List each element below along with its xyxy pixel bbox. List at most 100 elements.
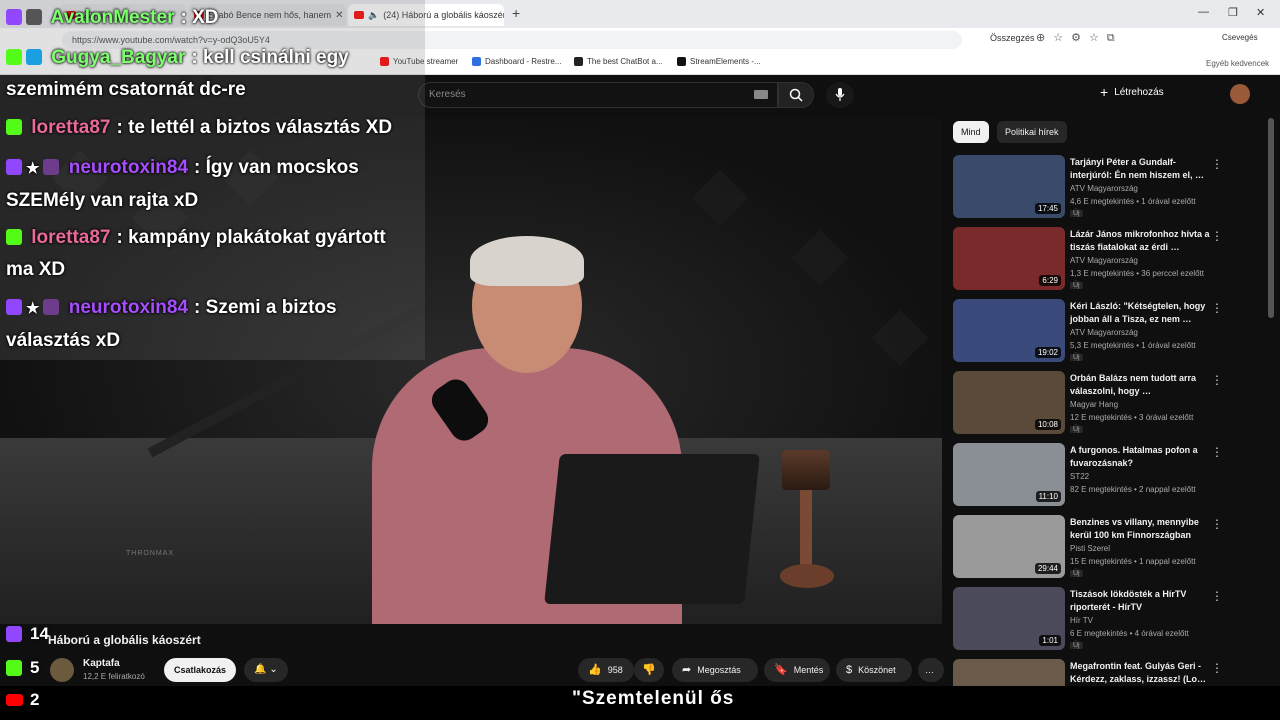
recommended-channel[interactable]: ATV Magyarország — [1070, 256, 1138, 265]
recommended-title[interactable]: Tarjányi Péter a Gundalf-interjúról: Én … — [1070, 156, 1210, 182]
video-duration: 19:02 — [1034, 347, 1061, 358]
user-badge-icon — [26, 9, 42, 25]
bookmark-icon: 🔖 — [774, 664, 788, 676]
like-count: 958 — [607, 665, 623, 675]
save-button[interactable]: 🔖 Mentés — [764, 658, 830, 682]
other-bookmarks[interactable]: Egyéb kedvencek — [1206, 59, 1269, 68]
join-button[interactable]: Csatlakozás — [164, 658, 236, 682]
video-thumbnail[interactable]: 11:10 — [953, 443, 1065, 506]
toolbar-icons[interactable]: ⊕☆⚙☆⧉ — [1036, 31, 1123, 45]
chat-username: loretta87 — [31, 227, 111, 248]
recommended-video[interactable]: 19:02 Kéri László: "Kétségtelen, hogy job… — [953, 299, 1253, 365]
recommended-video[interactable]: 11:10 A furgonos. Hatalmas pofon a fuvaro… — [953, 443, 1253, 509]
recommended-channel[interactable]: ATV Magyarország — [1070, 328, 1138, 337]
more-vert-icon[interactable]: ⋮ — [1211, 373, 1223, 387]
recommended-video[interactable]: Megafrontin feat. Gulyás Geri - Kérdezz,… — [953, 659, 1253, 686]
more-actions-button[interactable]: … — [918, 658, 944, 682]
more-vert-icon[interactable]: ⋮ — [1211, 445, 1223, 459]
recommended-channel[interactable]: ST22 — [1070, 472, 1089, 481]
thanks-label: Köszönet — [858, 665, 896, 675]
thumbs-down-icon: 👎 — [642, 664, 656, 676]
search-input[interactable]: Keresés — [418, 82, 778, 108]
video-thumbnail[interactable] — [953, 659, 1065, 686]
video-duration: 1:01 — [1039, 635, 1061, 646]
summary-button[interactable]: Összegzés — [990, 33, 1035, 43]
chat-username: neurotoxin84 — [68, 157, 189, 178]
copilot-chat-button[interactable]: Csevegés — [1222, 33, 1258, 42]
recommended-title[interactable]: Kéri László: "Kétségtelen, hogy jobban á… — [1070, 300, 1210, 326]
recommended-video[interactable]: 6:29 Lázár János mikrofonhoz hívta a tisz… — [953, 227, 1253, 293]
recommended-channel[interactable]: Pisti Szerel — [1070, 544, 1110, 553]
twitch-viewer-count: 14 — [6, 624, 49, 644]
maximize-icon[interactable]: ❐ — [1228, 6, 1238, 19]
video-thumbnail[interactable]: 17:45 — [953, 155, 1065, 218]
notification-bell-button[interactable]: 🔔 ⌄ — [244, 658, 288, 682]
kick-icon — [6, 660, 22, 676]
dislike-button[interactable]: 👎 — [634, 658, 664, 682]
search-button[interactable] — [778, 82, 814, 108]
video-thumbnail[interactable]: 19:02 — [953, 299, 1065, 362]
recommended-title[interactable]: Lázár János mikrofonhoz hívta a tiszás f… — [1070, 228, 1210, 254]
new-badge: Új — [1070, 642, 1083, 649]
chat-username: loretta87 — [31, 117, 111, 138]
keyboard-icon[interactable] — [754, 90, 768, 99]
video-duration: 29:44 — [1034, 563, 1061, 574]
recommended-video[interactable]: 1:01 Tiszások lökdösték a HírTV riporteré… — [953, 587, 1253, 653]
video-thumbnail[interactable]: 6:29 — [953, 227, 1065, 290]
recommended-title[interactable]: Orbán Balázs nem tudott arra válaszolni,… — [1070, 372, 1210, 398]
share-button[interactable]: ➦ Megosztás — [672, 658, 758, 682]
video-duration: 17:45 — [1034, 203, 1061, 214]
recommended-video[interactable]: 17:45 Tarjányi Péter a Gundalf-interjúról… — [953, 155, 1253, 221]
kick-badge-icon — [6, 229, 22, 245]
chevron-down-icon: ⌄ — [269, 664, 278, 675]
close-window-icon[interactable]: ✕ — [1256, 6, 1265, 19]
voice-search-button[interactable] — [826, 82, 854, 108]
new-badge: Új — [1070, 570, 1083, 577]
chip-political-news[interactable]: Politikai hírek — [997, 121, 1067, 143]
more-vert-icon[interactable]: ⋮ — [1211, 589, 1223, 603]
channel-subscribers: 12,2 E feliratkozó — [83, 672, 145, 681]
sidebar-scrollbar[interactable] — [1268, 118, 1274, 318]
thanks-icon: $ — [846, 664, 853, 676]
bell-icon: 🔔 — [254, 664, 267, 675]
recommended-title[interactable]: A furgonos. Hatalmas pofon a fuvarozásna… — [1070, 444, 1210, 470]
more-vert-icon[interactable]: ⋮ — [1211, 661, 1223, 675]
chat-message: AvalonMester: XD — [6, 2, 218, 34]
bookmark-restream-dashboard[interactable]: Dashboard - Restre... — [472, 57, 561, 66]
create-button[interactable]: + Létrehozás — [1100, 84, 1164, 100]
video-thumbnail[interactable]: 29:44 — [953, 515, 1065, 578]
chat-message: loretta87: te lettél a biztos választás … — [6, 112, 392, 144]
recommended-channel[interactable]: Magyar Hang — [1070, 400, 1118, 409]
recommended-video[interactable]: 10:08 Orbán Balázs nem tudott arra válasz… — [953, 371, 1253, 437]
recommended-title[interactable]: Benzines vs villany, mennyibe kerül 100 … — [1070, 516, 1210, 542]
chip-all[interactable]: Mind — [953, 121, 989, 143]
like-button[interactable]: 👍 958 — [578, 658, 634, 682]
recommended-channel[interactable]: Hír TV — [1070, 616, 1093, 625]
recommended-channel[interactable]: ATV Magyarország — [1070, 184, 1138, 193]
channel-avatar[interactable] — [50, 658, 74, 682]
new-tab-button[interactable]: + — [512, 5, 520, 21]
recommended-meta: 1,3 E megtekintés • 36 perccel ezelőtt — [1070, 269, 1204, 278]
recommended-title[interactable]: Tiszások lökdösték a HírTV riporterét - … — [1070, 588, 1210, 614]
thanks-button[interactable]: $ Köszönet — [836, 658, 912, 682]
more-vert-icon[interactable]: ⋮ — [1211, 157, 1223, 171]
minimize-icon[interactable]: — — [1198, 6, 1209, 18]
recommended-video[interactable]: 29:44 Benzines vs villany, mennyibe kerül… — [953, 515, 1253, 581]
more-vert-icon[interactable]: ⋮ — [1211, 517, 1223, 531]
recommended-title[interactable]: Megafrontin feat. Gulyás Geri - Kérdezz,… — [1070, 660, 1210, 686]
bookmark-chatbot[interactable]: The best ChatBot a... — [574, 57, 663, 66]
twitch-badge-icon — [6, 159, 22, 175]
new-badge: Új — [1070, 210, 1083, 217]
subscriber-badge-icon — [43, 299, 60, 315]
more-vert-icon[interactable]: ⋮ — [1211, 229, 1223, 243]
video-thumbnail[interactable]: 1:01 — [953, 587, 1065, 650]
more-vert-icon[interactable]: ⋮ — [1211, 301, 1223, 315]
create-label: Létrehozás — [1114, 86, 1164, 98]
account-avatar[interactable] — [1230, 84, 1250, 104]
count-value: 5 — [30, 658, 40, 677]
channel-name[interactable]: Kaptafa — [83, 658, 120, 669]
chatbot-icon — [574, 57, 583, 66]
bookmark-label: Dashboard - Restre... — [485, 57, 562, 66]
bookmark-streamelements[interactable]: StreamElements -... — [677, 57, 761, 66]
video-thumbnail[interactable]: 10:08 — [953, 371, 1065, 434]
